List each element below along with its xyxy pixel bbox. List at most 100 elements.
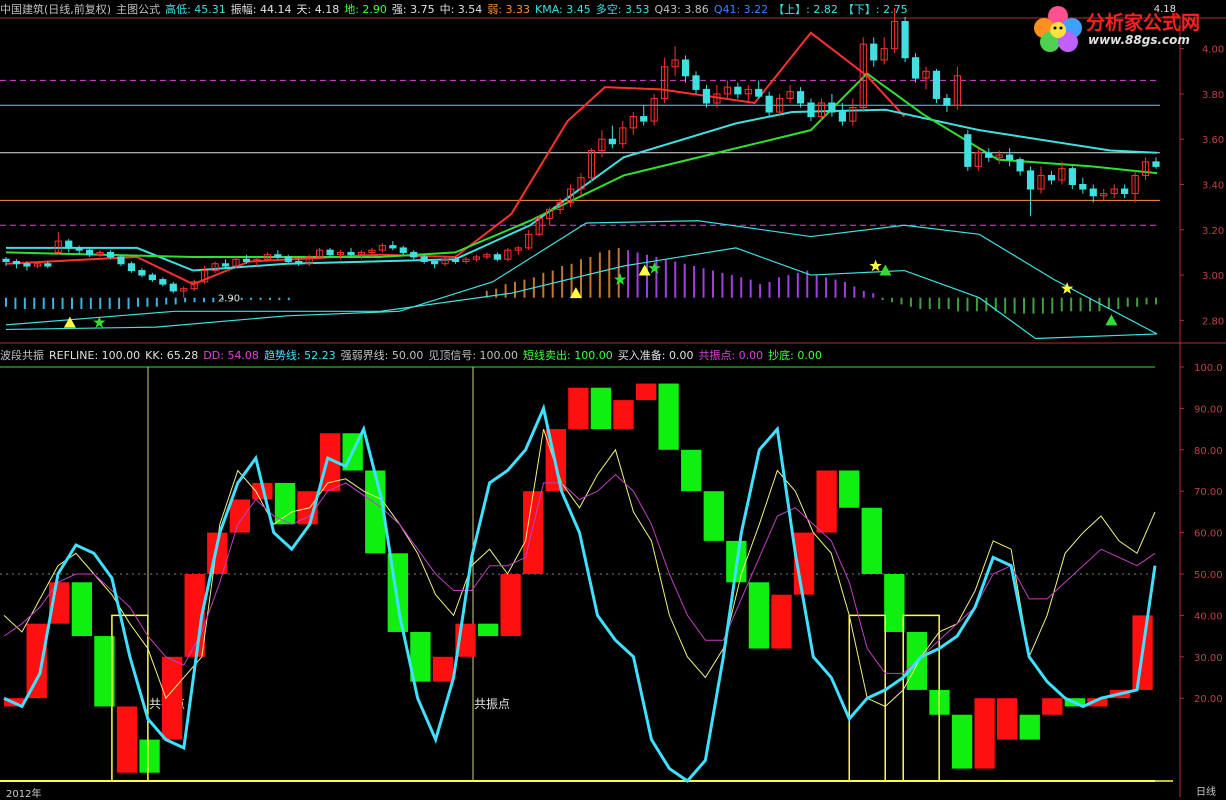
- osc-ytick-label: 100.0: [1194, 363, 1223, 374]
- candle-body: [44, 263, 52, 267]
- signal-triangle: [63, 316, 76, 328]
- candle-body: [65, 240, 73, 249]
- candle-body: [807, 102, 815, 118]
- signal-star: [613, 273, 627, 285]
- candle-body: [640, 116, 648, 122]
- candle-body: [169, 283, 177, 292]
- candle-body: [943, 97, 951, 106]
- resonance-block: [839, 470, 860, 508]
- oscillator-panel: 100.0 90.00 80.00 70.00 60.00 50.00 40.00 30.00…: [0, 363, 1223, 783]
- logo-title: 分析家公式网: [1086, 12, 1201, 34]
- candle-body: [23, 263, 31, 267]
- resonance-block: [500, 574, 521, 637]
- signal-star: [648, 261, 661, 274]
- candle-body: [242, 258, 251, 262]
- candle-body: [681, 59, 690, 77]
- candle-body: [221, 263, 230, 267]
- candle-body: [75, 247, 83, 251]
- price-annotation: 2.90: [218, 294, 240, 305]
- osc-ytick-label: 60.00: [1194, 529, 1223, 540]
- signal-triangle: [879, 264, 892, 276]
- candle-body: [1006, 154, 1014, 161]
- ytick-label: 3.80: [1202, 90, 1224, 101]
- resonance-block: [116, 706, 138, 773]
- candle-body: [148, 274, 156, 281]
- resonance-block: [658, 383, 679, 450]
- ytick-label: 3.00: [1202, 271, 1224, 282]
- candle-body: [389, 245, 397, 249]
- resonance-block: [884, 574, 905, 632]
- candle-body: [702, 88, 711, 104]
- osc-ytick-label: 20.00: [1194, 694, 1223, 705]
- resonance-block: [26, 623, 47, 699]
- candle-body: [901, 20, 909, 59]
- candle-body: [451, 258, 460, 262]
- resonance-block: [590, 387, 612, 430]
- ytick-label: 3.60: [1202, 135, 1224, 146]
- resonance-block: [613, 400, 634, 430]
- osc-ytick-label: 30.00: [1194, 653, 1223, 664]
- resonance-block: [71, 582, 93, 637]
- candle-body: [1079, 184, 1087, 190]
- candle-body: [608, 138, 616, 145]
- candle-body: [326, 249, 334, 256]
- candle-body: [420, 256, 428, 262]
- candle-body: [410, 251, 418, 258]
- osc-ytick-label: 80.00: [1194, 446, 1223, 457]
- candle-body: [493, 254, 501, 260]
- signal-star: [869, 259, 882, 272]
- candle-body: [127, 263, 136, 272]
- resonance-block: [161, 656, 183, 740]
- candle-body: [1089, 188, 1097, 197]
- candle-body: [431, 260, 439, 265]
- resonance-block: [1019, 714, 1040, 740]
- candle-body: [1016, 159, 1024, 172]
- candle-body: [692, 75, 700, 90]
- candle-body: [964, 134, 972, 167]
- indicator-line: [5, 31, 906, 286]
- candle-body: [838, 111, 846, 122]
- resonance-block: [681, 449, 702, 492]
- candle-body: [347, 251, 355, 256]
- candle-body: [12, 260, 21, 265]
- candle-body: [828, 102, 836, 113]
- candle-body: [911, 57, 920, 79]
- candle-body: [274, 254, 282, 258]
- ytick-label: 3.20: [1202, 226, 1224, 237]
- resonance-block: [951, 714, 973, 769]
- candle-body: [1047, 174, 1056, 181]
- candle-body: [295, 260, 303, 265]
- resonance-block: [974, 698, 995, 769]
- candle-body: [284, 256, 292, 262]
- osc-ytick-label: 50.00: [1194, 570, 1223, 581]
- ytick-label: 2.80: [1202, 316, 1224, 327]
- osc-ytick-label: 40.00: [1194, 611, 1223, 622]
- candle-body: [86, 249, 94, 256]
- candle-body: [1026, 170, 1035, 190]
- date-label: 2012年: [6, 789, 42, 800]
- candle-body: [985, 152, 993, 158]
- candle-body: [796, 91, 805, 104]
- candle-body: [399, 247, 407, 253]
- resonance-block: [635, 383, 657, 401]
- resonance-block: [703, 491, 724, 541]
- site-logo: 分析家公式网 www.88gs.com: [1030, 2, 1224, 52]
- candle-body: [734, 86, 742, 95]
- candle-body: [1152, 161, 1160, 167]
- period-label: 日线: [1196, 787, 1216, 798]
- candle-body: [1068, 168, 1076, 185]
- candle-body: [870, 43, 878, 61]
- indicator-line: [5, 72, 1158, 258]
- signal-triangle: [1105, 314, 1118, 326]
- ytick-label: 3.40: [1202, 181, 1224, 192]
- indicator-line: [6, 108, 1158, 272]
- resonance-block: [477, 623, 499, 637]
- signal-triangle: [638, 264, 651, 276]
- resonance-block: [1042, 698, 1063, 715]
- resonance-block: [139, 739, 160, 773]
- candle-body: [932, 70, 941, 99]
- candle-body: [106, 251, 115, 258]
- resonance-label: 共振点: [474, 697, 510, 711]
- resonance-block: [771, 594, 792, 649]
- resonance-block: [748, 582, 770, 649]
